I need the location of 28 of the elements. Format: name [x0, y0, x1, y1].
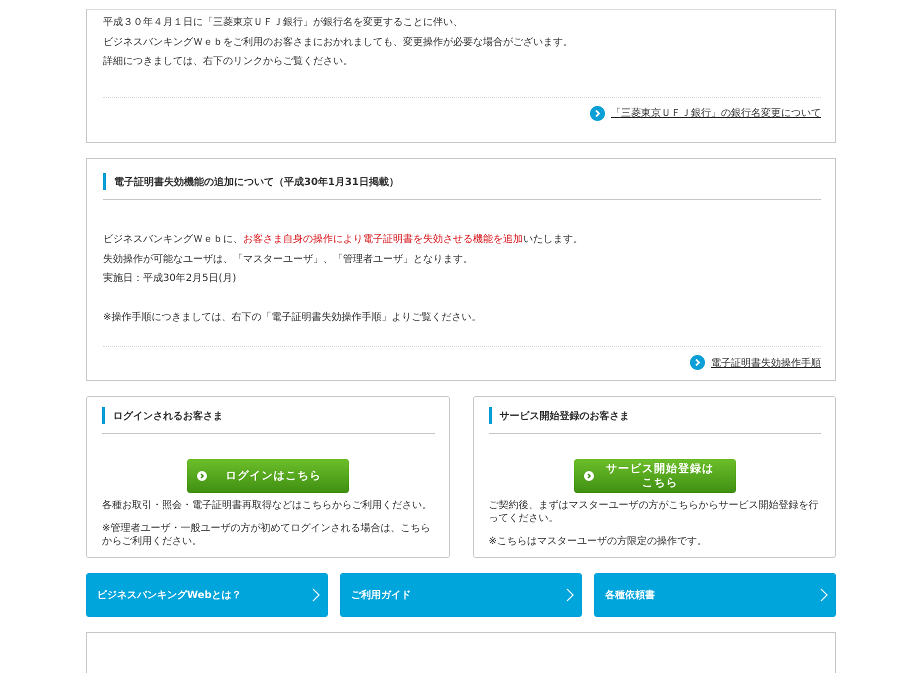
panel-heading: サービス開始登録のお客さま: [488, 407, 821, 434]
notice-link[interactable]: 電子証明書失効操作手順: [711, 356, 821, 370]
action-button[interactable]: ログインはこちら: [187, 459, 350, 493]
nav-button[interactable]: ビジネスバンキングWebとは？: [86, 573, 328, 617]
arrow-circle-icon: [197, 471, 208, 481]
nav-button[interactable]: ご利用ガイド: [340, 573, 582, 617]
chevron-circle-icon: [590, 106, 605, 120]
chevron-right-icon: [566, 588, 574, 602]
panel-heading: ログインされるお客さま: [102, 407, 434, 434]
chevron-right-icon: [312, 588, 320, 602]
notice-text: ビジネスバンキングＷｅｂをご利用のお客さまにおかれましても、変更操作が必要な場合がございます。: [103, 36, 574, 50]
action-button[interactable]: サービス開始登録はこちら: [574, 459, 736, 493]
notice-text: 詳細につきましては、右下のリンクからご覧ください。: [103, 54, 354, 69]
panel-text: 各種お取引・照会・電子証明書再取得などはこちらからご利用ください。: [102, 499, 433, 512]
panel-text: ※こちらはマスターユーザの方限定の操作です。: [488, 535, 708, 548]
chevron-right-icon: [820, 588, 828, 602]
nav-button[interactable]: 各種依頼書: [594, 573, 836, 617]
arrow-circle-icon: [584, 471, 594, 481]
chevron-circle-icon: [690, 355, 705, 370]
notice-link[interactable]: 「三菱東京ＵＦＪ銀行」の銀行名変更について: [611, 106, 821, 120]
notice-text: 平成３０年４月１日に「三菱東京ＵＦＪ銀行」が銀行名を変更することに伴い、: [103, 16, 464, 30]
notice-heading: 電子証明書失効機能の追加について（平成30年1月31日掲載）: [103, 173, 821, 200]
notice-text: 失効操作が可能なユーザは、「マスターユーザ」、「管理者ユーザ」となります。: [103, 252, 474, 266]
notice-text: 実施日：平成30年2月5日(月): [103, 272, 238, 286]
notice-text: ビジネスバンキングＷｅｂに、お客さま自身の操作により電子証明書を失効させる機能を追加いたします。: [103, 232, 584, 247]
notice-text: ※操作手順につきましては、右下の「電子証明書失効操作手順」よりご覧ください。: [103, 310, 482, 324]
panel-text: ※管理者ユーザ・一般ユーザの方が初めてログインされる場合は、こちらからご利用ください。: [102, 522, 432, 548]
panel-text: ご契約後、まずはマスターユーザの方がこちらからサービス開始登録を行ってください。: [488, 499, 820, 525]
